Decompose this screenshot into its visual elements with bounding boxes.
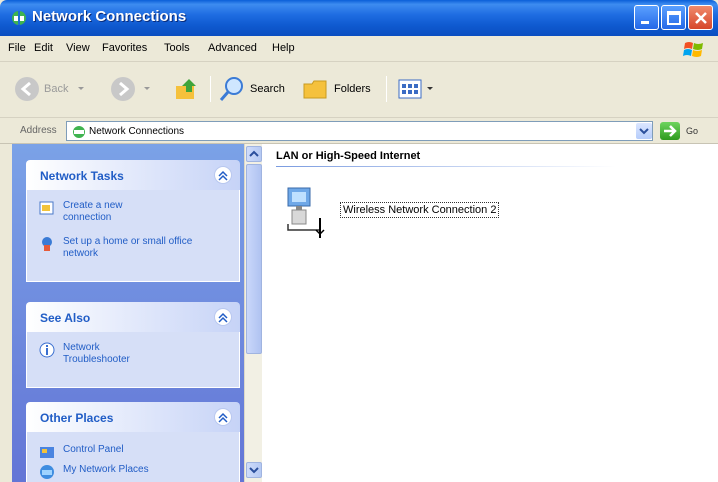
search-label: Search [250, 83, 285, 95]
views-button[interactable] [398, 74, 435, 104]
collapse-chevron-icon[interactable] [214, 166, 232, 184]
scroll-down-icon [249, 467, 259, 474]
minimize-button[interactable] [634, 5, 659, 30]
folders-icon [303, 80, 327, 99]
control-panel-link[interactable]: Control Panel [63, 444, 124, 456]
new-connection-icon [39, 201, 54, 215]
search-icon [219, 77, 243, 101]
menu-favorites[interactable]: Favorites [102, 42, 147, 54]
other-places-title: Other Places [40, 411, 114, 425]
scroll-down-button[interactable] [246, 462, 262, 478]
my-network-places-link[interactable]: My Network Places [63, 464, 149, 476]
title-bar[interactable]: Network Connections [0, 0, 718, 36]
network-places-icon [40, 465, 54, 479]
views-icon [398, 79, 422, 99]
toolbar: Back Search Folders [0, 62, 718, 118]
menu-view[interactable]: View [66, 42, 90, 54]
close-button[interactable] [688, 5, 713, 30]
go-label[interactable]: Go [686, 126, 698, 136]
control-panel-icon [40, 447, 54, 458]
connection-item[interactable]: Wireless Network Connection 2 [282, 180, 500, 240]
home-network-link[interactable]: Set up a home or small office network [63, 236, 203, 260]
network-connections-icon [12, 11, 26, 25]
menu-tools[interactable]: Tools [164, 42, 190, 54]
menu-file[interactable]: File [8, 42, 26, 54]
network-tasks-body: Create a new connection Set up a home or… [26, 190, 240, 282]
toolbar-separator [210, 76, 211, 102]
scroll-up-icon [249, 150, 259, 157]
maximize-button[interactable] [661, 5, 686, 30]
other-places-panel: Other Places Control Panel My Network Pl… [26, 402, 240, 482]
go-button[interactable] [660, 122, 680, 140]
folders-label: Folders [334, 83, 371, 95]
home-network-icon [42, 237, 52, 251]
wireless-connection-icon [287, 187, 325, 238]
troubleshooter-task[interactable]: Network Troubleshooter [39, 342, 143, 366]
task-pane-scrollbar[interactable] [244, 144, 262, 482]
home-network-task[interactable]: Set up a home or small office network [39, 236, 203, 260]
chevron-down-icon [427, 87, 433, 90]
group-divider [276, 166, 616, 167]
back-arrow-icon [15, 77, 39, 101]
network-connections-window: Network Connections File Edit View Favor… [0, 0, 718, 482]
search-button[interactable]: Search [218, 74, 285, 104]
forward-button[interactable] [110, 74, 152, 104]
collapse-chevron-icon[interactable] [214, 408, 232, 426]
see-also-panel: See Also Network Troubleshooter [26, 302, 240, 388]
menu-help[interactable]: Help [272, 42, 295, 54]
back-label: Back [44, 83, 69, 95]
menu-edit[interactable]: Edit [34, 42, 53, 54]
chevron-down-icon [78, 87, 85, 90]
maximize-icon [667, 11, 681, 25]
minimize-icon [641, 21, 649, 24]
info-icon [39, 342, 55, 358]
up-folder-icon [176, 79, 196, 99]
network-tasks-title: Network Tasks [40, 169, 124, 183]
back-button[interactable]: Back [14, 74, 86, 104]
windows-logo-icon [683, 42, 703, 57]
task-pane: Network Tasks Create a new connection Se… [12, 144, 244, 482]
my-network-places-task[interactable]: My Network Places [39, 464, 149, 480]
address-value: Network Connections [89, 126, 185, 137]
collapse-chevron-icon[interactable] [214, 308, 232, 326]
menu-advanced[interactable]: Advanced [208, 42, 257, 54]
other-places-body: Control Panel My Network Places [26, 432, 240, 482]
close-icon [695, 12, 707, 24]
network-tasks-panel: Network Tasks Create a new connection Se… [26, 160, 240, 282]
menu-bar: File Edit View Favorites Tools Advanced … [0, 36, 718, 62]
other-places-header[interactable]: Other Places [26, 402, 240, 432]
address-bar: Address Network Connections Go [0, 118, 718, 144]
folders-button[interactable]: Folders [302, 74, 371, 104]
network-tasks-header[interactable]: Network Tasks [26, 160, 240, 190]
group-header: LAN or High-Speed Internet [276, 150, 421, 162]
window-title: Network Connections [32, 8, 187, 25]
troubleshooter-link[interactable]: Network Troubleshooter [63, 342, 143, 366]
see-also-header[interactable]: See Also [26, 302, 240, 332]
connection-label[interactable]: Wireless Network Connection 2 [340, 202, 500, 218]
scroll-thumb[interactable] [246, 164, 262, 354]
scroll-up-button[interactable] [246, 146, 262, 162]
see-also-body: Network Troubleshooter [26, 332, 240, 388]
toolbar-separator [386, 76, 387, 102]
forward-arrow-icon [111, 77, 135, 101]
up-folder-button[interactable] [174, 74, 200, 104]
create-connection-task[interactable]: Create a new connection [39, 200, 153, 224]
address-label: Address [20, 125, 57, 136]
see-also-title: See Also [40, 311, 91, 325]
create-connection-link[interactable]: Create a new connection [63, 200, 153, 224]
network-connections-icon [73, 126, 85, 138]
go-arrow-icon [664, 125, 677, 137]
address-dropdown-button[interactable] [636, 123, 652, 139]
control-panel-task[interactable]: Control Panel [39, 444, 124, 460]
connections-view: LAN or High-Speed Internet Wireless Netw… [262, 144, 718, 482]
chevron-down-icon [144, 87, 150, 90]
chevron-down-icon [639, 128, 649, 135]
address-input[interactable]: Network Connections [66, 121, 653, 141]
